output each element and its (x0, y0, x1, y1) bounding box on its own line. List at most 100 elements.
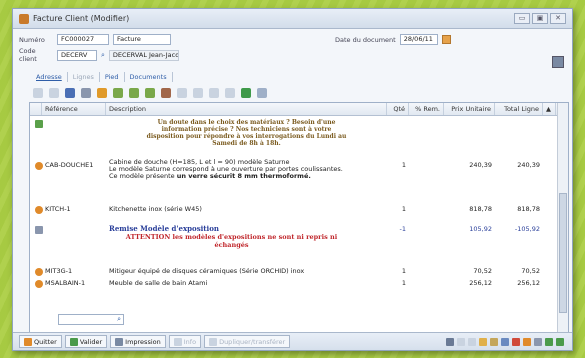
nav-icons (446, 337, 572, 346)
stop-icon[interactable] (512, 337, 520, 346)
cell-unit-price: 256,12 (469, 279, 492, 287)
table-row[interactable]: Remise Modèle d'exposition ATTENTION les… (30, 222, 568, 258)
col-description[interactable]: Description (106, 103, 387, 115)
tab-bar: Adresse Lignes Pied Documents (31, 72, 173, 82)
transfer-icon (209, 337, 218, 346)
document-type-field[interactable]: Facture (113, 34, 171, 45)
description-bold: un verre sécurit 8 mm thermoformé. (176, 172, 311, 180)
table-row[interactable]: Un doute dans le choix des matériaux ? B… (30, 116, 568, 152)
cell-description: Cabine de douche (H=185, L et l = 90) mo… (106, 158, 387, 190)
invoice-lines-grid: Référence Description Qté % Rem. Prix Un… (29, 102, 569, 334)
calendar-icon[interactable] (441, 35, 451, 44)
cell-description: Remise Modèle d'exposition ATTENTION les… (106, 222, 387, 258)
cell-total: 818,78 (517, 205, 540, 213)
copy-icon[interactable] (81, 88, 91, 98)
cell-description: Kitchenette inox (série W45) (109, 205, 202, 213)
move-down-icon[interactable] (225, 88, 235, 98)
cell-description: Mitigeur équipé de disques céramiques (S… (109, 267, 305, 275)
quit-label: Quitter (34, 337, 57, 346)
sort-icon[interactable] (161, 88, 171, 98)
cell-discount (409, 158, 444, 190)
prev-record-icon[interactable] (545, 337, 553, 346)
delete-row-icon[interactable] (65, 88, 75, 98)
col-qty[interactable]: Qté (387, 103, 409, 115)
col-discount[interactable]: % Rem. (409, 103, 444, 115)
minimize-button[interactable]: ▭ (514, 13, 530, 24)
folder-icon[interactable] (479, 337, 487, 346)
col-unit-price[interactable]: Prix Unitaire (444, 103, 495, 115)
bottom-bar: Quitter Valider Impression Info Duplique… (13, 332, 572, 350)
cell-discount (409, 276, 444, 288)
table-row[interactable]: MIT3G-1 Mitigeur équipé de disques céram… (30, 264, 568, 276)
client-code-label: Code client (19, 47, 37, 63)
info-button[interactable]: Info (168, 335, 202, 348)
print-label: Impression (125, 337, 161, 346)
calculator-icon[interactable] (552, 56, 564, 68)
door-icon (24, 337, 32, 346)
discount-title: Remise Modèle d'exposition (109, 224, 219, 233)
cell-qty: 1 (401, 279, 406, 287)
cell-unit-price: 105,92 (469, 225, 492, 233)
numero-field[interactable]: FC000027 (57, 34, 109, 45)
print-button[interactable]: Impression (110, 335, 166, 348)
check-icon (69, 337, 78, 346)
paste-icon[interactable] (97, 88, 107, 98)
tools-icon[interactable] (490, 337, 498, 346)
grid-icon[interactable] (501, 337, 509, 346)
quit-button[interactable]: Quitter (19, 335, 62, 348)
transfer-button[interactable]: Dupliquer/transférer (204, 335, 291, 348)
title-bar: Facture Client (Modifier) ▭ ▣ ✕ (13, 9, 572, 29)
tab-pied[interactable]: Pied (100, 72, 125, 82)
search-icon[interactable]: ⌕ (117, 315, 121, 324)
app-icon (19, 13, 29, 24)
tab-documents[interactable]: Documents (125, 72, 173, 82)
description-line: Ce modèle présente (109, 172, 177, 180)
table-row[interactable]: MSALBAIN-1 Meuble de salle de bain Atami… (30, 276, 568, 288)
undo-icon[interactable] (177, 88, 187, 98)
date-label: Date du document (335, 35, 396, 44)
validate-button[interactable]: Valider (64, 335, 108, 348)
cell-unit-price: 240,39 (469, 161, 492, 169)
cell-unit-price (444, 116, 495, 152)
select-all-icon[interactable] (33, 88, 43, 98)
insert-row-icon[interactable] (49, 88, 59, 98)
scroll-up-icon[interactable]: ▲ (543, 103, 556, 115)
cell-discount (409, 116, 444, 152)
window-title: Facture Client (Modifier) (33, 14, 130, 23)
col-total[interactable]: Total Ligne (495, 103, 543, 115)
table-row[interactable]: CAB-DOUCHE1 Cabine de douche (H=185, L e… (30, 158, 568, 190)
scroll-thumb[interactable] (559, 193, 567, 313)
client-code-field[interactable]: DECERV (57, 49, 97, 61)
cell-qty (387, 116, 409, 152)
search-client-icon[interactable]: ⌕ (101, 51, 105, 60)
cell-discount (409, 264, 444, 276)
user-icon[interactable] (446, 337, 454, 346)
export-icon[interactable] (257, 88, 267, 98)
redo-icon[interactable] (193, 88, 203, 98)
col-reference[interactable]: Référence (42, 103, 106, 115)
print-icon[interactable] (129, 88, 139, 98)
first-record-icon[interactable] (457, 337, 465, 346)
filter-icon[interactable] (145, 88, 155, 98)
lines-toolbar (29, 85, 564, 101)
grid-header: Référence Description Qté % Rem. Prix Un… (30, 103, 568, 116)
date-field[interactable]: 28/06/11 (399, 34, 438, 45)
table-row[interactable]: KITCH-1 Kitchenette inox (série W45) 1 8… (30, 202, 568, 216)
next-record-icon[interactable] (556, 337, 564, 346)
transfer-label: Dupliquer/transférer (219, 337, 286, 346)
attach-icon[interactable] (534, 337, 542, 346)
maximize-button[interactable]: ▣ (532, 13, 548, 24)
move-up-icon[interactable] (209, 88, 219, 98)
cell-description: Un doute dans le choix des matériaux ? B… (146, 119, 347, 147)
cut-icon[interactable] (113, 88, 123, 98)
tab-adresse[interactable]: Adresse (31, 72, 68, 82)
tab-lignes[interactable]: Lignes (68, 72, 100, 82)
cell-description: Meuble de salle de bain Atami (109, 279, 208, 287)
cell-total: 70,52 (521, 267, 540, 275)
prev-page-icon[interactable] (468, 337, 476, 346)
vertical-scrollbar[interactable] (557, 103, 568, 333)
star-icon[interactable] (523, 337, 531, 346)
line-search-input[interactable]: ⌕ (58, 314, 124, 325)
go-icon[interactable] (241, 88, 251, 98)
close-button[interactable]: ✕ (550, 13, 566, 24)
